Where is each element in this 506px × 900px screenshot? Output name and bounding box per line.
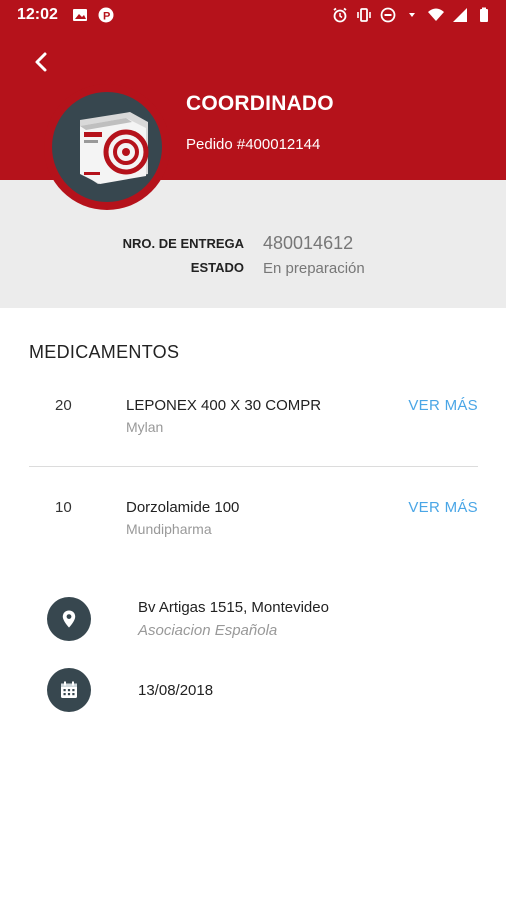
vibrate-icon — [357, 8, 371, 22]
status-right-icons — [332, 7, 492, 23]
status-value: En preparación — [263, 260, 365, 277]
avatar — [52, 92, 162, 202]
delivery-address: Bv Artigas 1515, Montevideo — [138, 599, 329, 616]
location-pin-icon — [47, 597, 91, 641]
status-left-icons: P — [72, 7, 114, 23]
status-time: 12:02 — [17, 6, 58, 23]
list-item: 20 LEPONEX 400 X 30 COMPR Mylan VER MÁS — [0, 397, 506, 457]
status-label: ESTADO — [190, 260, 244, 275]
delivery-date: 13/08/2018 — [138, 682, 214, 699]
wifi-icon — [428, 8, 444, 21]
svg-text:P: P — [103, 11, 110, 23]
medication-lab: Mylan — [126, 419, 164, 435]
divider — [29, 466, 478, 467]
see-more-link[interactable]: VER MÁS — [408, 499, 478, 516]
parking-icon: P — [98, 7, 114, 23]
delivery-place: Asociacion Española — [138, 622, 278, 639]
status-bar: 12:02 P — [0, 0, 506, 32]
signal-icon — [453, 8, 467, 22]
data-arrows-icon — [409, 13, 415, 17]
order-number: Pedido #400012144 — [186, 136, 321, 153]
calendar-icon — [47, 668, 91, 712]
see-more-link[interactable]: VER MÁS — [408, 397, 478, 414]
medicine-box-icon — [80, 112, 149, 184]
delivery-number-value: 480014612 — [263, 233, 354, 253]
medication-name: LEPONEX 400 X 30 COMPR — [126, 397, 322, 414]
back-icon[interactable] — [28, 48, 56, 76]
list-item: 10 Dorzolamide 100 Mundipharma VER MÁS — [0, 499, 506, 559]
medication-quantity: 10 — [55, 499, 72, 516]
medication-name: Dorzolamide 100 — [126, 499, 240, 516]
do-not-disturb-icon — [380, 7, 396, 23]
delivery-number-label: NRO. DE ENTREGA — [122, 236, 244, 251]
medications-title: MEDICAMENTOS — [29, 342, 180, 362]
medication-lab: Mundipharma — [126, 521, 212, 537]
battery-icon — [480, 7, 488, 22]
order-status-title: COORDINADO — [186, 92, 334, 115]
alarm-icon — [333, 7, 347, 23]
medication-quantity: 20 — [55, 397, 72, 414]
gallery-icon — [73, 9, 87, 21]
